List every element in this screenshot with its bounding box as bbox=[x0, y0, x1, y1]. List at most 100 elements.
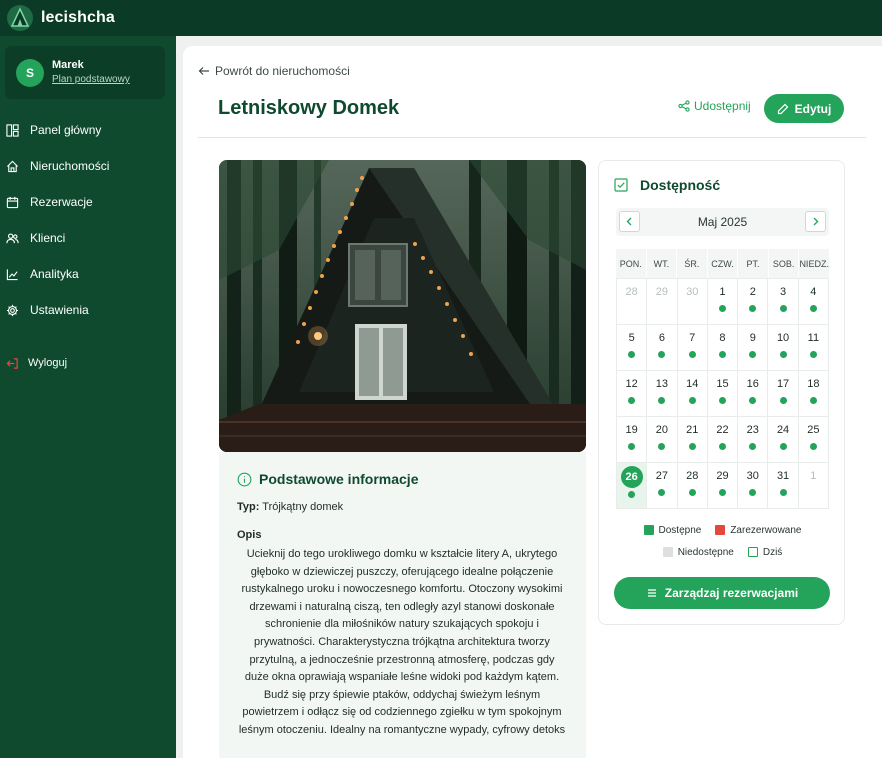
available-dot bbox=[628, 443, 636, 450]
sidebar-item-settings[interactable]: Ustawienia bbox=[0, 292, 176, 328]
a-frame-cabin-image bbox=[219, 160, 586, 452]
calendar-day[interactable]: 10 bbox=[768, 325, 798, 370]
calendar-day[interactable]: 22 bbox=[707, 417, 738, 462]
calendar-day[interactable]: 31 bbox=[768, 463, 798, 508]
sidebar-item-label: Rezerwacje bbox=[30, 195, 93, 209]
type-label: Typ: bbox=[237, 501, 260, 513]
day-number: 30 bbox=[686, 286, 699, 298]
calendar-day[interactable]: 8 bbox=[707, 325, 738, 370]
calendar-day-today[interactable]: 26 bbox=[617, 463, 647, 508]
info-heading-label: Podstawowe informacje bbox=[259, 471, 419, 487]
calendar-day[interactable]: 15 bbox=[707, 371, 738, 416]
manage-reservations-button[interactable]: Zarządzaj rezerwacjami bbox=[614, 577, 830, 609]
brand-name[interactable]: lecishcha bbox=[41, 9, 115, 27]
sidebar-item-dashboard[interactable]: Panel główny bbox=[0, 112, 176, 148]
calendar-day[interactable]: 5 bbox=[617, 325, 647, 370]
calendar-day[interactable]: 19 bbox=[617, 417, 647, 462]
day-number: 11 bbox=[807, 332, 820, 344]
calendar-day[interactable]: 6 bbox=[647, 325, 677, 370]
sidebar-item-label: Ustawienia bbox=[30, 303, 89, 317]
next-month-button[interactable] bbox=[805, 211, 826, 232]
tent-logo-icon[interactable] bbox=[6, 4, 34, 32]
calendar-day[interactable]: 30 bbox=[738, 463, 768, 508]
available-dot bbox=[749, 489, 757, 496]
weekday-label: WT. bbox=[646, 249, 677, 278]
logout-icon bbox=[6, 357, 18, 369]
available-dot bbox=[809, 443, 817, 450]
weekday-label: NIEDZ. bbox=[799, 249, 829, 278]
available-dot bbox=[628, 491, 636, 498]
calendar-day[interactable]: 17 bbox=[768, 371, 798, 416]
share-button[interactable]: Udostępnij bbox=[678, 99, 751, 113]
legend-reserved: Zarezerwowane bbox=[715, 525, 801, 536]
sidebar-item-reservations[interactable]: Rezerwacje bbox=[0, 184, 176, 220]
available-dot bbox=[779, 489, 787, 496]
day-number: 31 bbox=[776, 470, 790, 482]
users-icon bbox=[6, 232, 19, 243]
available-dot bbox=[809, 397, 817, 404]
sidebar-item-clients[interactable]: Klienci bbox=[0, 220, 176, 256]
home-icon bbox=[6, 160, 19, 172]
calendar-day: 28 bbox=[617, 279, 647, 324]
calendar-day[interactable]: 1 bbox=[707, 279, 738, 324]
top-bar: lecishcha bbox=[0, 0, 882, 36]
calendar-grid: PON. WT. ŚR. CZW. PT. SOB. NIEDZ. 28 29 30 1 2 3 4 5 6… bbox=[616, 249, 829, 509]
day-number: 15 bbox=[716, 378, 729, 390]
available-dot bbox=[658, 351, 666, 358]
edit-button[interactable]: Edytuj bbox=[764, 94, 844, 123]
available-dot bbox=[628, 351, 636, 358]
calendar-day[interactable]: 28 bbox=[677, 463, 707, 508]
legend-label: Zarezerwowane bbox=[730, 524, 802, 536]
calendar-day[interactable]: 2 bbox=[738, 279, 768, 324]
legend-swatch-available bbox=[643, 525, 654, 535]
available-dot bbox=[718, 489, 726, 496]
available-dot bbox=[658, 489, 666, 496]
calendar-day[interactable]: 9 bbox=[738, 325, 768, 370]
calendar-day: 29 bbox=[647, 279, 677, 324]
info-heading: Podstawowe informacje bbox=[237, 471, 418, 487]
list-icon bbox=[647, 589, 656, 597]
available-dot bbox=[688, 351, 696, 358]
weekday-header: PON. WT. ŚR. CZW. PT. SOB. NIEDZ. bbox=[616, 249, 829, 278]
calendar-day[interactable]: 12 bbox=[617, 371, 647, 416]
info-icon bbox=[237, 472, 252, 486]
legend-unavailable: Niedostępne bbox=[662, 547, 734, 558]
day-number: 20 bbox=[655, 424, 669, 436]
calendar-icon bbox=[6, 196, 19, 208]
property-photo bbox=[219, 160, 586, 452]
calendar-day[interactable]: 27 bbox=[647, 463, 677, 508]
month-label: Maj 2025 bbox=[697, 215, 748, 229]
header-divider bbox=[198, 137, 866, 138]
day-number: 29 bbox=[655, 286, 669, 298]
calendar-day[interactable]: 25 bbox=[798, 417, 828, 462]
calendar-day[interactable]: 18 bbox=[798, 371, 828, 416]
calendar-day[interactable]: 21 bbox=[677, 417, 707, 462]
calendar-day[interactable]: 7 bbox=[677, 325, 707, 370]
back-link[interactable]: Powrót do nieruchomości bbox=[198, 64, 350, 78]
logout-button[interactable]: Wyloguj bbox=[0, 348, 67, 378]
available-dot bbox=[809, 305, 817, 312]
calendar-day[interactable]: 11 bbox=[798, 325, 828, 370]
sidebar-item-properties[interactable]: Nieruchomości bbox=[0, 148, 176, 184]
calendar-day[interactable]: 20 bbox=[647, 417, 677, 462]
calendar-day[interactable]: 16 bbox=[738, 371, 768, 416]
sidebar-item-label: Nieruchomości bbox=[30, 159, 110, 173]
calendar-day[interactable]: 29 bbox=[707, 463, 738, 508]
weekday-label: PON. bbox=[616, 249, 646, 278]
user-card[interactable]: S Marek Plan podstawowy bbox=[5, 46, 165, 99]
day-number: 12 bbox=[625, 378, 638, 390]
calendar-day[interactable]: 14 bbox=[677, 371, 707, 416]
info-section: Podstawowe informacje Typ: Trójkątny dom… bbox=[219, 452, 586, 758]
calendar-day[interactable]: 24 bbox=[768, 417, 798, 462]
sidebar-item-analytics[interactable]: Analityka bbox=[0, 256, 176, 292]
calendar-day[interactable]: 23 bbox=[738, 417, 768, 462]
weekday-label: PT. bbox=[738, 249, 768, 278]
avatar[interactable]: S bbox=[16, 59, 44, 87]
checkbox-icon bbox=[614, 178, 628, 192]
calendar-day[interactable]: 3 bbox=[768, 279, 798, 324]
calendar-day[interactable]: 4 bbox=[798, 279, 828, 324]
availability-card: Dostępność Maj 2025 PON. WT. ŚR. CZW. PT. SOB… bbox=[598, 160, 845, 625]
calendar-day[interactable]: 13 bbox=[647, 371, 677, 416]
user-plan-link[interactable]: Plan podstawowy bbox=[52, 74, 130, 85]
day-number: 2 bbox=[749, 286, 756, 298]
